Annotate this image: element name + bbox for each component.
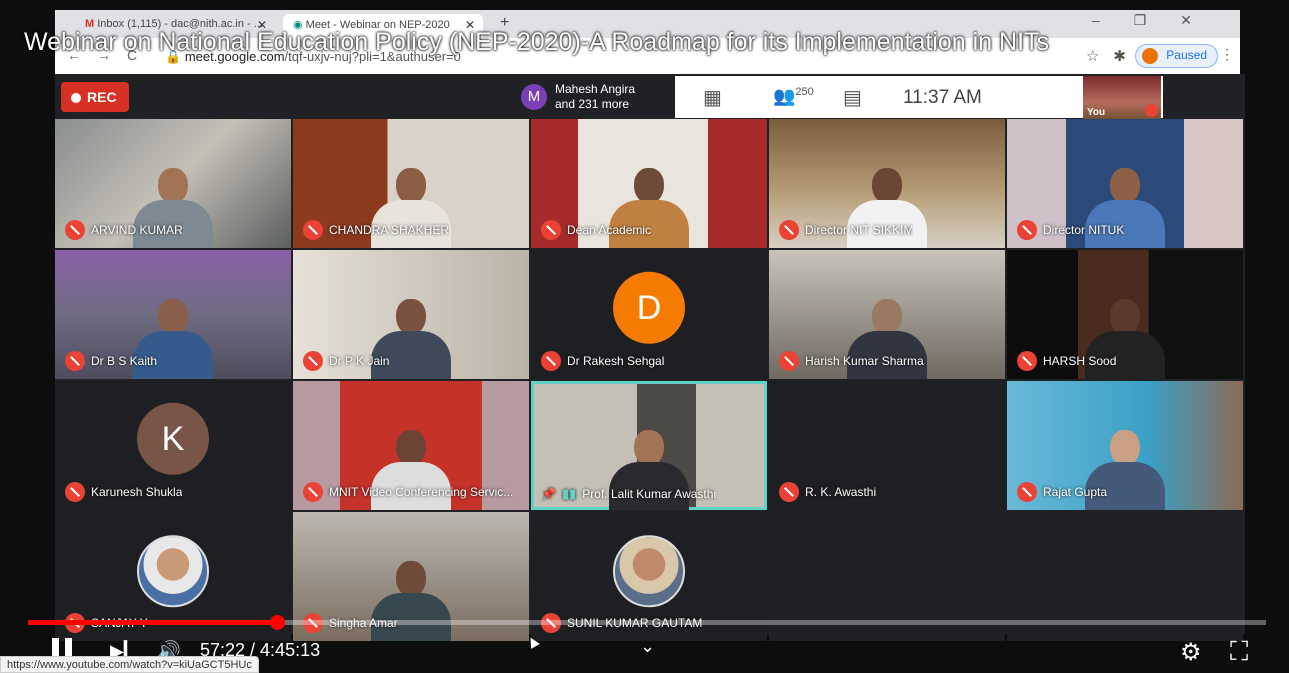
participant-name: Dean Academic [567,223,652,237]
participant-name: Director NIT SIKKIM [805,223,914,237]
participant-name: Dr B S Kaith [91,354,158,368]
participant-name: Prof. Lalit Kumar Awasthi [582,487,717,501]
video-title: Webinar on National Education Policy (NE… [24,28,1050,56]
mic-off-icon [65,220,85,240]
participant-photo [137,534,209,607]
meet-top-bar: M Mahesh Angira and 231 more ▦ 👥250 ▤ 11… [513,76,1163,120]
participant-name: HARSH Sood [1043,354,1117,368]
profile-icon [1142,48,1159,64]
mic-off-icon [779,351,799,371]
participant-tile: R. K. Awasthi [769,381,1005,510]
video-frame[interactable]: M Inbox (1,115) - dac@nith.ac.in - ... ✕ … [0,0,1289,673]
rec-badge: REC [61,82,129,112]
speaking-icon: ▮▮ [561,486,577,501]
mic-off-icon [65,482,85,502]
presenter-avatar: M [521,84,547,110]
menu-icon: ⋮ [1220,46,1234,62]
participant-name: Harish Kumar Sharma [805,354,924,368]
mic-off-icon [541,351,561,371]
mic-off-icon [303,482,323,502]
participant-name: ARVIND KUMAR [91,223,183,237]
self-label: You [1087,107,1106,118]
participant-grid: ARVIND KUMAR CHANDRA SHAKHER Dean Academ… [55,119,1245,641]
profile-status: Paused [1166,48,1207,62]
meet-clock: 11:37 AM [903,87,982,108]
people-icon: 👥250 [773,86,814,106]
participant-tile: D Dr Rakesh Sehgal [531,250,767,379]
progress-bar[interactable] [28,615,1266,630]
presenter-info: M Mahesh Angira and 231 more [513,76,675,118]
mic-off-icon [1017,220,1037,240]
participant-tile: Director NIT SIKKIM [769,119,1005,248]
participant-tile: K Karunesh Shukla [55,381,291,510]
participant-name: MNIT Video Conferencing Servic... [329,485,514,499]
exit-fullscreen-icon[interactable]: ⛶ [1230,636,1248,668]
participant-name: Director NITUK [1043,223,1125,237]
presenter-name: Mahesh Angira [555,82,636,96]
mic-off-icon [779,220,799,240]
participant-tile: Dr P K Jain [293,250,529,379]
mic-off-icon [1017,351,1037,371]
chevron-down-icon[interactable]: ⌄ [640,636,655,657]
participant-name: Karunesh Shukla [91,485,183,499]
pin-icon: 📌 [541,487,556,501]
participant-avatar: K [137,402,209,475]
mic-off-icon [1017,482,1037,502]
mic-off-icon [303,220,323,240]
participant-tile: HARSH Sood [1007,250,1243,379]
settings-gear-icon[interactable]: ⚙ [1180,638,1202,667]
participant-avatar: D [613,271,685,344]
self-mute-icon [1145,104,1158,117]
participant-name: Dr P K Jain [329,354,390,368]
participant-tile: MNIT Video Conferencing Servic... [293,381,529,510]
participant-name: Dr Rakesh Sehgal [567,354,665,368]
participant-tile: Dr B S Kaith [55,250,291,379]
participant-tile-active-speaker: 📌 ▮▮ Prof. Lalit Kumar Awasthi [531,381,767,510]
participant-tile: ARVIND KUMAR [55,119,291,248]
status-url: https://www.youtube.com/watch?v=kiUaGCT5… [0,656,259,673]
grid-layout-icon: ▦ [703,87,722,109]
participant-tile: Director NITUK [1007,119,1243,248]
mic-off-icon [65,351,85,371]
self-view: You [1083,76,1161,120]
participant-name: Rajat Gupta [1043,485,1108,499]
people-count: 250 [795,86,814,98]
window-controls: –❐✕ [1091,12,1226,28]
mic-off-icon [541,220,561,240]
extension-icons: ☆✱ [1085,48,1140,65]
participant-tile: CHANDRA SHAKHER [293,119,529,248]
participant-tile: Dean Academic [531,119,767,248]
presenter-more: and 231 more [555,97,630,111]
participant-tile: Rajat Gupta [1007,381,1243,510]
participant-name: CHANDRA SHAKHER [329,223,450,237]
participant-name: R. K. Awasthi [805,485,877,499]
mic-off-icon [779,482,799,502]
meet-stage: REC M Mahesh Angira and 231 more ▦ 👥250 … [55,74,1245,641]
rec-label: REC [87,89,117,105]
progress-played [28,620,278,625]
participant-photo [613,534,685,607]
participant-tile: Harish Kumar Sharma [769,250,1005,379]
profile-paused-badge: Paused [1135,44,1218,68]
mic-off-icon [303,351,323,371]
chat-icon: ▤ [843,87,862,109]
